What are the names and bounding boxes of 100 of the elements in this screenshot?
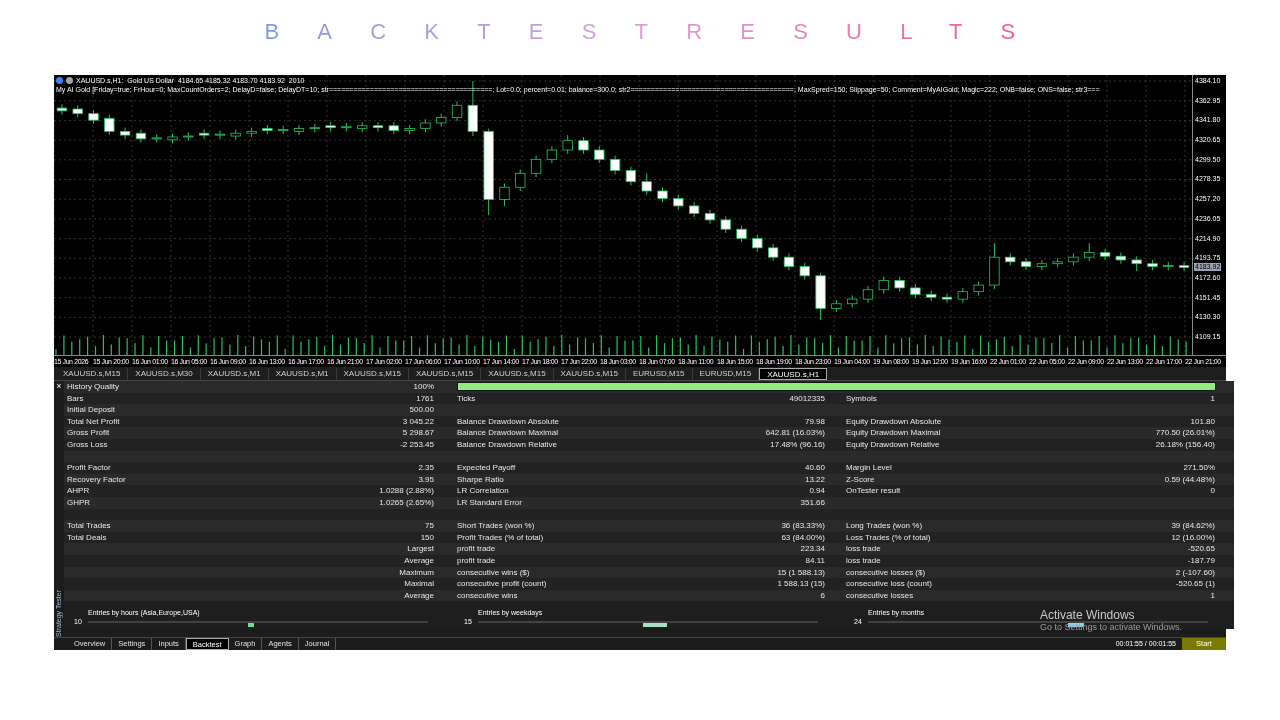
table-cell-text: 79.98 <box>803 415 825 428</box>
table-cell-text: Total Deals <box>67 531 108 544</box>
table-cell-text: Total Trades <box>67 520 112 532</box>
table-cell-text: -2 253.45 <box>399 438 434 451</box>
table-cell-text: Gross Loss <box>67 438 109 451</box>
table-cell-text: 39 (84.62%) <box>1170 520 1215 532</box>
table-cell-text: 150 <box>419 531 434 544</box>
table-cell-text: LR Correlation <box>457 485 510 497</box>
table-cell-text: Balance Drawdown Maximal <box>457 427 559 439</box>
table-cell-text: 3 045.22 <box>401 415 434 428</box>
table-cell-text: consecutive loss (count) <box>846 578 933 590</box>
table-cell-text: 351.66 <box>799 496 825 509</box>
table-cell-text: 1.0265 (2.65%) <box>378 496 434 509</box>
table-cell-text: Equity Drawdown Relative <box>846 438 941 451</box>
activation-notice-title: Activate Windows <box>1039 608 1136 622</box>
table-cell-text: Loss Trades (% of total) <box>846 531 932 544</box>
candlestick <box>293 124 305 136</box>
table-cell-text: 15 (1 588.13) <box>776 566 825 579</box>
table-cell-text: 770.50 (26.01%) <box>1154 427 1215 439</box>
table-cell-text: 271.50% <box>1182 462 1215 474</box>
table-cell-text: Symbols <box>846 392 878 405</box>
table-cell-text: Equity Drawdown Maximal <box>846 427 942 439</box>
candlestick <box>941 293 953 304</box>
table-cell-text: Expected Payoff <box>457 462 517 474</box>
table-cell-text: 0.94 <box>808 485 825 497</box>
activation-notice-text: Go to Settings to activate Windows. <box>1039 622 1182 633</box>
table-cell-text: 13.22 <box>803 473 825 486</box>
candlestick <box>119 127 131 140</box>
table-cell-text: 6 <box>819 589 825 602</box>
candlestick <box>104 114 115 136</box>
table-cell-text: consecutive profit (count) <box>457 578 548 590</box>
table-cell-text: LR Standard Error <box>457 496 523 509</box>
table-cell-text: History Quality <box>67 381 120 393</box>
table-cell-text: consecutive wins <box>457 589 519 602</box>
table-cell-text: -187.79 <box>1186 554 1215 567</box>
table-cell-text: AHPR <box>67 485 91 497</box>
table-cell-text: consecutive losses ($) <box>846 566 927 579</box>
table-cell-text: 223.34 <box>799 543 825 555</box>
table-cell-text: Sharpe Ratio <box>457 473 505 486</box>
candlestick <box>625 166 637 186</box>
table-cell-text: 75 <box>424 520 434 532</box>
candlestick <box>1099 248 1111 261</box>
table-cell-text: 5 298.67 <box>401 427 434 439</box>
table-cell-text: consecutive wins ($) <box>457 566 531 579</box>
table-cell-text: consecutive losses <box>846 589 915 602</box>
close-button[interactable]: × <box>56 381 62 392</box>
candlestick <box>515 169 526 192</box>
table-cell-text: 49012335 <box>788 392 825 405</box>
table-cell-text: 84.11 <box>804 554 825 567</box>
table-cell-text: 101.80 <box>1189 415 1215 428</box>
table-cell-text: 0 <box>1209 485 1215 497</box>
candlestick <box>451 101 463 122</box>
robot-icon <box>66 77 73 84</box>
table-cell-text: Profit Factor <box>67 462 112 474</box>
table-cell-text: profit trade <box>457 554 497 567</box>
table-cell-text: 36 (83.33%) <box>780 520 825 532</box>
table-cell-text: 40.60 <box>803 462 825 474</box>
table-cell-text: Recovery Factor <box>67 473 127 486</box>
candlestick <box>372 121 384 132</box>
table-cell-text: GHPR <box>67 496 92 509</box>
candlestick <box>1178 261 1190 272</box>
table-cell-text: 2 (-107.60) <box>1174 566 1215 579</box>
table-cell-text: Long Trades (won %) <box>846 520 924 532</box>
table-cell-text: Equity Drawdown Absolute <box>846 415 943 428</box>
table-cell-text: Total Net Profit <box>67 415 121 428</box>
table-cell-text: Maximum <box>398 566 434 579</box>
table-cell-text: 1 <box>1209 589 1215 602</box>
candlestick <box>214 129 226 140</box>
table-cell-text: Balance Drawdown Absolute <box>457 415 560 428</box>
table-cell-text: 642.81 (16.03%) <box>764 427 825 439</box>
candlestick <box>609 155 621 175</box>
table-cell-text: Ticks <box>457 392 477 405</box>
table-cell-text: Margin Level <box>846 462 893 474</box>
chart-tab[interactable]: XAUUSD.s,H1 <box>759 367 828 380</box>
table-cell-text: 0.59 (44.48%) <box>1163 473 1215 486</box>
table-cell-text: 1 <box>1209 392 1215 405</box>
table-cell-text: 12 (16.00%) <box>1170 531 1215 544</box>
table-cell-text: Balance Drawdown Relative <box>457 438 559 451</box>
table-cell-text: 500.00 <box>408 404 434 416</box>
table-cell-text: 63 (84.00%) <box>780 531 825 544</box>
candlestick <box>641 172 652 196</box>
table-cell-text: OnTester result <box>846 485 902 497</box>
table-cell-text: loss trade <box>846 554 882 567</box>
expert-icon <box>56 77 63 84</box>
table-cell-text: Initial Deposit <box>67 404 117 416</box>
table-cell-text: 26.18% (156.40) <box>1154 438 1215 451</box>
candlestick <box>56 103 68 116</box>
table-cell-text: 100% <box>412 381 434 393</box>
table-cell-text: -520.65 <box>1186 543 1215 555</box>
table-cell-text: Largest <box>406 543 434 555</box>
table-cell-text: 1.0288 (2.88%) <box>378 485 434 497</box>
table-cell-text: 17.48% (96.16) <box>769 438 825 451</box>
table-cell-text: Maximal <box>403 578 434 590</box>
candlestick <box>135 129 147 144</box>
candlestick <box>1020 257 1032 271</box>
table-cell-text: Gross Profit <box>67 427 111 439</box>
candlestick <box>499 183 510 207</box>
candlestick <box>1115 252 1127 265</box>
candlestick <box>562 134 573 155</box>
table-cell-text: Profit Trades (% of total) <box>457 531 545 544</box>
